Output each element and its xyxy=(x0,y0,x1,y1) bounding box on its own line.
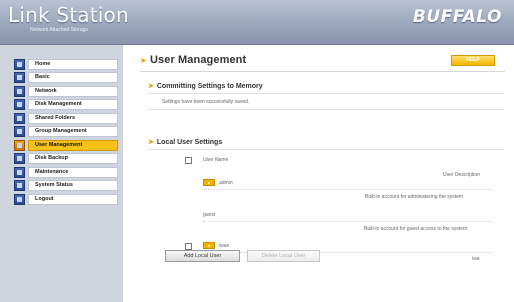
delete-local-user-button[interactable]: Delete Local User xyxy=(247,250,320,262)
row-divider xyxy=(203,221,493,222)
column-header-user-description: User Description xyxy=(443,172,480,178)
main-content: ➤ User Management HELP ➤ Committing Setti… xyxy=(124,45,514,302)
app-header: Link Station Network Attached Storage BU… xyxy=(0,0,514,45)
logo-subtext: Network Attached Storage xyxy=(30,27,89,33)
sidebar-item-basic[interactable]: Basic xyxy=(14,72,118,84)
arrow-bullet-icon: ➤ xyxy=(140,56,147,65)
backup-icon xyxy=(14,153,25,164)
select-all-checkbox[interactable] xyxy=(185,157,192,164)
logo-text: Link Station xyxy=(8,3,129,27)
wrench-icon xyxy=(14,166,25,178)
sidebar-item-home[interactable]: Home xyxy=(14,58,118,70)
commit-section-heading: ➤ Committing Settings to Memory xyxy=(148,82,263,90)
divider xyxy=(148,93,504,94)
sidebar-item-system-status[interactable]: System Status xyxy=(14,180,118,192)
sidebar-item-label: Home xyxy=(28,58,118,70)
logout-icon xyxy=(14,193,25,205)
disk-icon xyxy=(14,99,25,110)
sidebar-item-label: Disk Backup xyxy=(28,153,118,164)
local-users-section-heading: ➤ Local User Settings xyxy=(148,138,222,146)
sidebar-item-label: Group Management xyxy=(28,126,118,137)
network-icon xyxy=(14,85,25,97)
sidebar-item-group-management[interactable]: Group Management xyxy=(14,126,118,138)
sidebar-item-label: Shared Folders xyxy=(28,112,118,124)
sidebar-item-label: System Status xyxy=(28,180,118,191)
row-divider xyxy=(203,189,493,190)
status-message: Settings have been successfully saved. xyxy=(162,99,250,105)
basic-settings-icon xyxy=(14,72,25,83)
add-local-user-button[interactable]: Add Local User xyxy=(165,250,240,262)
arrow-bullet-icon: ➤ xyxy=(148,139,154,146)
user-name[interactable]: iwan xyxy=(219,243,229,249)
divider xyxy=(148,109,504,110)
arrow-bullet-icon: ➤ xyxy=(148,83,154,90)
sidebar-item-disk-management[interactable]: Disk Management xyxy=(14,99,118,111)
sidebar-item-disk-backup[interactable]: Disk Backup xyxy=(14,153,118,165)
column-header-user-name: User Name xyxy=(203,157,229,163)
linkstation-logo: Link Station Network Attached Storage xyxy=(8,3,129,33)
sidebar-item-shared-folders[interactable]: Shared Folders xyxy=(14,112,118,124)
user-description: Built-in account for guest access to the… xyxy=(364,226,468,232)
sidebar-item-label: Network xyxy=(28,85,118,97)
user-badge-icon: ● xyxy=(203,242,215,249)
group-icon xyxy=(14,126,25,137)
folder-icon xyxy=(14,112,25,124)
sidebar-item-network[interactable]: Network xyxy=(14,85,118,97)
sidebar: Home Basic Network Disk Management Share… xyxy=(0,45,123,302)
page-title: User Management xyxy=(150,54,247,66)
sidebar-item-user-management[interactable]: User Management xyxy=(14,139,118,151)
sidebar-item-label: Logout xyxy=(28,193,118,205)
user-name[interactable]: admin xyxy=(219,180,233,186)
buffalo-brand-logo: BUFFALO xyxy=(412,7,502,27)
local-users-heading-text: Local User Settings xyxy=(156,139,223,146)
sidebar-item-label: Disk Management xyxy=(28,99,118,110)
status-icon xyxy=(14,180,25,191)
user-icon xyxy=(14,139,25,151)
commit-heading-text: Committing Settings to Memory xyxy=(156,83,263,90)
page-title-bar: ➤ User Management HELP xyxy=(140,54,505,72)
sidebar-item-label: Basic xyxy=(28,72,118,83)
user-badge-icon: ● xyxy=(203,179,215,186)
sidebar-item-maintenance[interactable]: Maintenance xyxy=(14,166,118,178)
user-description: iwa xyxy=(472,256,480,262)
sidebar-item-label: User Management xyxy=(28,139,118,151)
divider xyxy=(148,149,504,150)
home-icon xyxy=(14,58,25,70)
user-description: Built-in account for administering the s… xyxy=(365,194,464,200)
help-button[interactable]: HELP xyxy=(451,55,495,66)
user-name[interactable]: guest xyxy=(203,212,215,218)
user-select-checkbox[interactable] xyxy=(185,243,192,250)
sidebar-nav-list: Home Basic Network Disk Management Share… xyxy=(14,58,118,207)
sidebar-item-label: Maintenance xyxy=(28,166,118,178)
sidebar-item-logout[interactable]: Logout xyxy=(14,193,118,205)
